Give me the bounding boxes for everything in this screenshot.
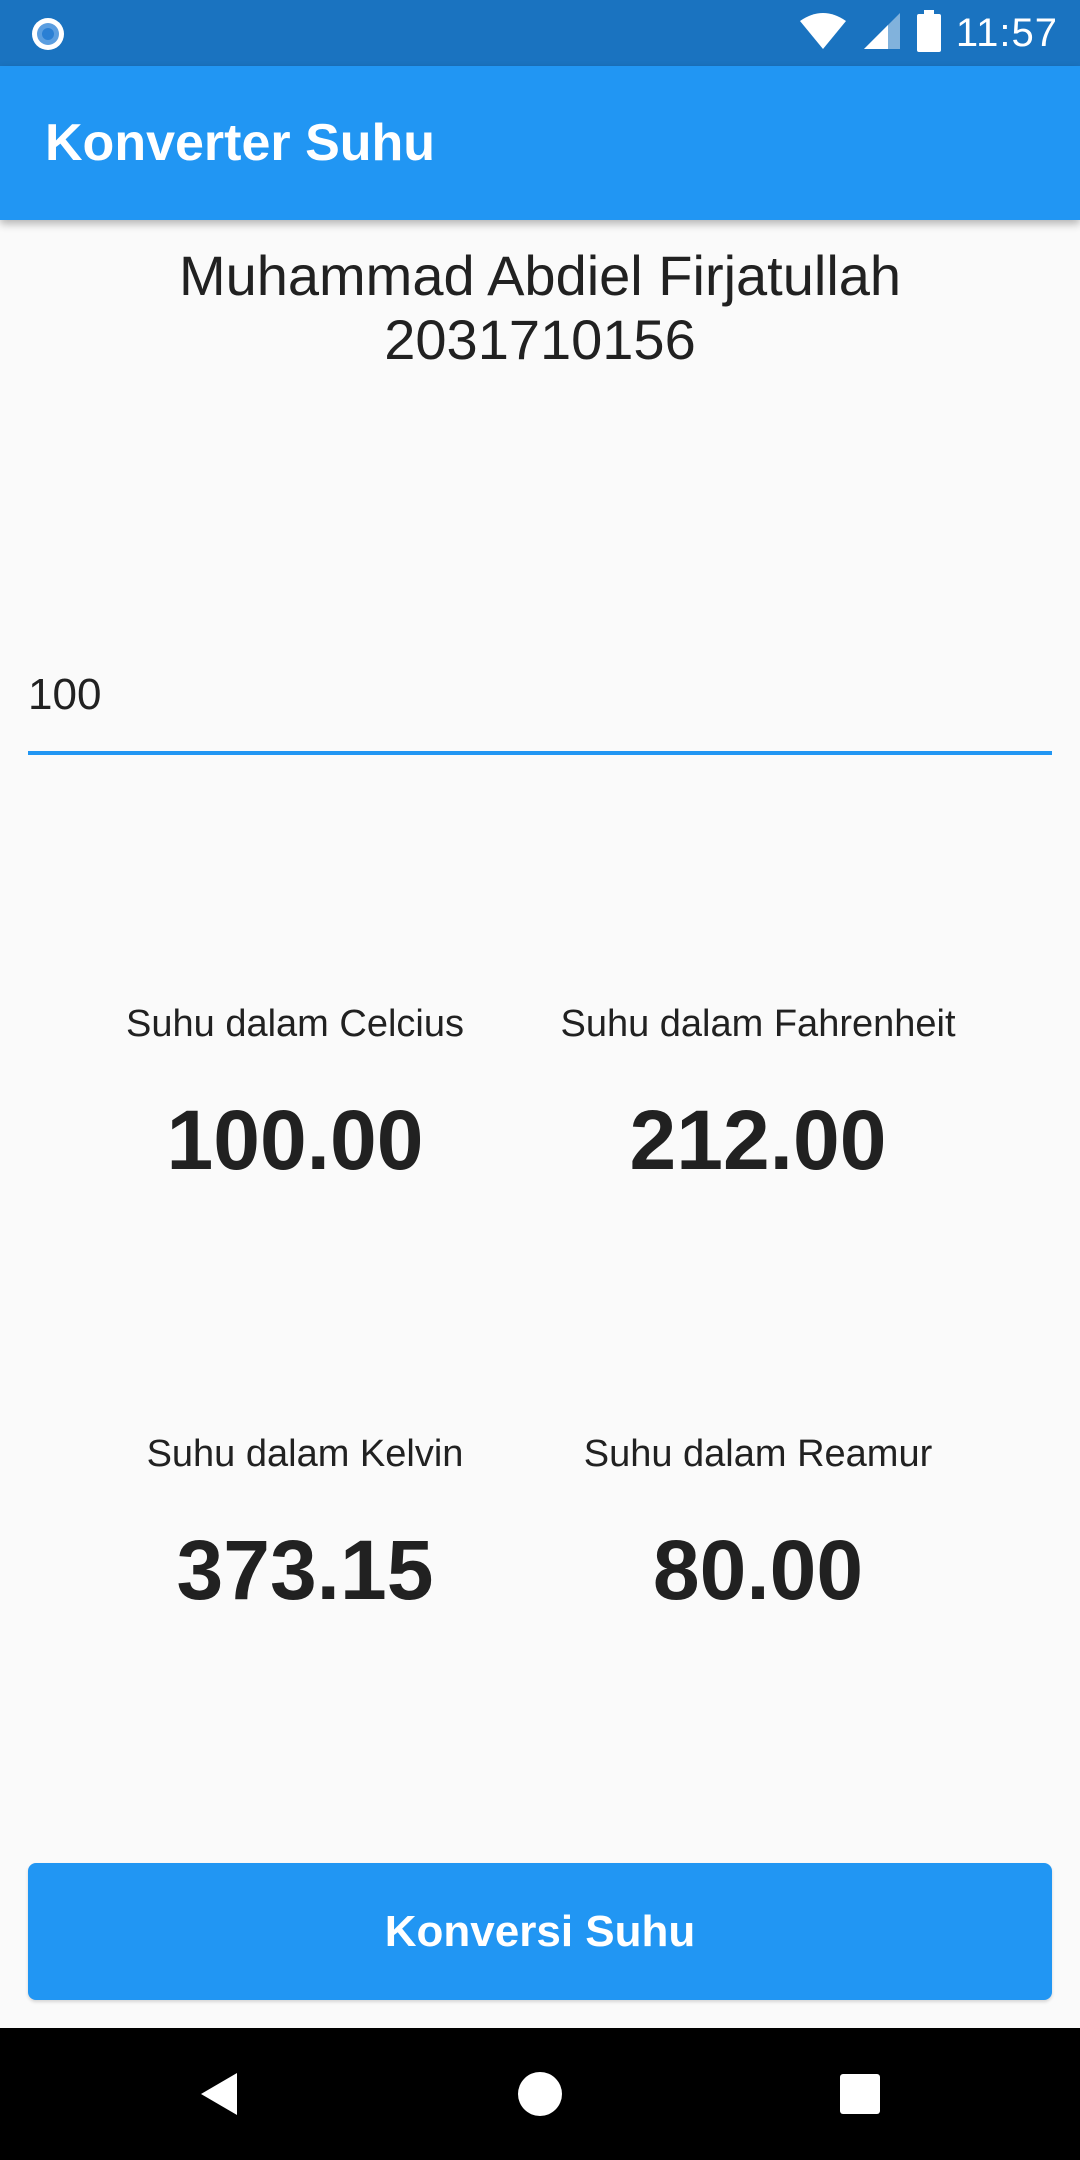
wifi-icon [798, 11, 848, 56]
input-underline [28, 751, 1052, 755]
reamur-label: Suhu dalam Reamur [583, 1433, 933, 1475]
fahrenheit-label: Suhu dalam Fahrenheit [560, 1003, 956, 1045]
home-icon[interactable] [500, 2054, 580, 2134]
navigation-bar [0, 2028, 1080, 2160]
notification-dot-icon [28, 14, 68, 54]
convert-button[interactable]: Konversi Suhu [28, 1863, 1052, 2000]
celcius-value: 100.00 [166, 1093, 424, 1187]
kelvin-value: 373.15 [176, 1523, 434, 1617]
screen: 11:57 Konverter Suhu Muhammad Abdiel Fir… [0, 0, 1080, 2160]
result-reamur: Suhu dalam Reamur 80.00 [568, 1430, 948, 1620]
student-id: 2031710156 [384, 308, 696, 371]
fahrenheit-value: 212.00 [629, 1093, 887, 1187]
recents-icon[interactable] [820, 2054, 900, 2134]
student-name: Muhammad Abdiel Firjatullah [178, 244, 902, 307]
student-header: Muhammad Abdiel Firjatullah 2031710156 [0, 244, 1080, 372]
result-fahrenheit: Suhu dalam Fahrenheit 212.00 [548, 1000, 968, 1190]
app-title: Konverter Suhu [45, 114, 436, 172]
result-kelvin: Suhu dalam Kelvin 373.15 [110, 1430, 500, 1620]
signal-icon [862, 11, 902, 56]
reamur-value: 80.00 [652, 1523, 864, 1617]
temperature-input-field[interactable] [28, 645, 1052, 755]
kelvin-label: Suhu dalam Kelvin [146, 1433, 464, 1475]
status-time: 11:57 [955, 10, 1058, 55]
celcius-label: Suhu dalam Celcius [126, 1003, 464, 1045]
temperature-input[interactable] [28, 645, 1052, 745]
back-icon[interactable] [180, 2054, 260, 2134]
status-icons: 11:57 [798, 0, 1058, 66]
app-bar: Konverter Suhu [0, 66, 1080, 220]
status-bar: 11:57 [0, 0, 1080, 66]
battery-icon [916, 9, 942, 57]
result-celcius: Suhu dalam Celcius 100.00 [100, 1000, 490, 1190]
